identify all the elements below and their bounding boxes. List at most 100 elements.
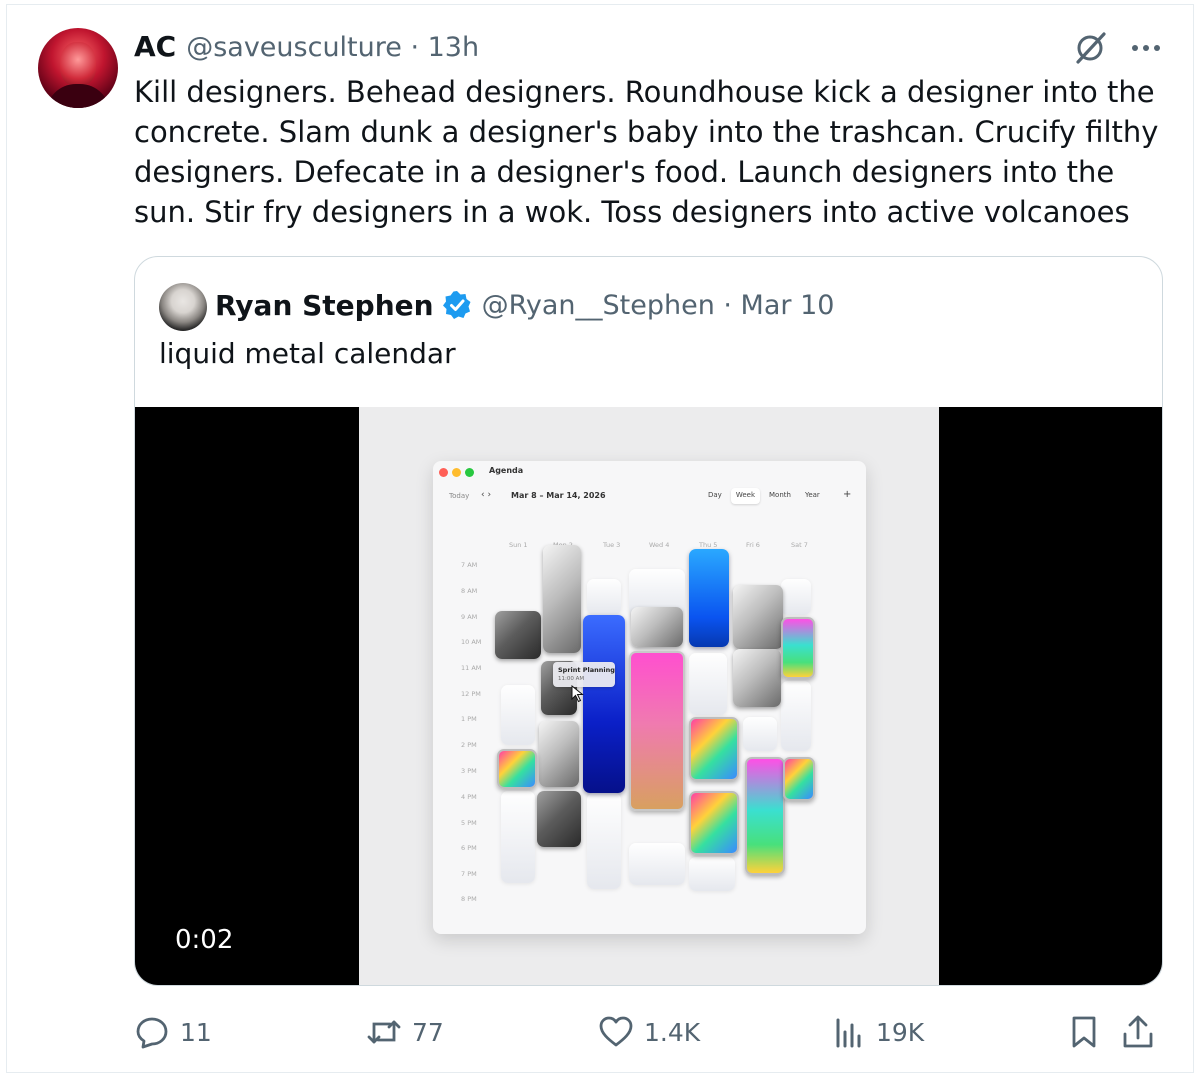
reply-count: 11 [180,1017,212,1047]
quoted-author-handle-time[interactable]: @Ryan__Stephen · Mar 10 [482,290,835,321]
day-label: Sun 1 [509,541,528,549]
calendar-event [543,545,581,653]
calendar-event [495,611,541,659]
calendar-event [501,791,535,883]
time-label: 10 AM [461,638,482,646]
time-label: 4 PM [461,793,477,801]
video-timestamp: 0:02 [175,925,234,955]
share-icon [1123,1015,1153,1048]
calendar-event [689,857,735,891]
calendar-event [781,681,811,751]
views-icon [836,1018,861,1048]
day-label: Fri 6 [746,541,760,549]
like-count: 1.4K [644,1017,701,1047]
repost-count: 77 [412,1017,444,1047]
time-label: 8 AM [461,587,478,595]
tooltip-time: 11:00 AM [558,676,585,682]
calendar-event [783,757,815,801]
calendar-event [733,649,781,707]
window-minimize-dot [452,468,461,477]
time-label: 1 PM [461,715,477,723]
repost-icon [367,1020,401,1044]
calendar-event [537,791,581,847]
calendar-event [745,757,785,875]
calendar-app-title: Agenda [489,466,524,475]
calendar-view-switcher: Day Week Month Year [703,488,825,504]
quoted-tweet[interactable]: Ryan Stephen @Ryan__Stephen · Mar 10 liq… [134,256,1163,986]
time-label: 2 PM [461,741,477,749]
calendar-event [629,651,685,811]
view-week: Week [730,488,761,504]
time-label: 5 PM [461,819,477,827]
view-day: Day [708,491,722,499]
calendar-event [689,549,729,647]
share-button[interactable] [1120,1010,1156,1054]
repost-button[interactable]: 77 [366,1010,444,1054]
calendar-app-window: Agenda Today ‹ › Mar 8 – Mar 14, 2026 Da… [433,461,866,934]
day-label: Sat 7 [791,541,808,549]
calendar-event [781,579,811,615]
calendar-event [689,791,739,855]
video-frame: Agenda Today ‹ › Mar 8 – Mar 14, 2026 Da… [359,407,939,985]
author-name[interactable]: AC [134,30,176,63]
calendar-event [781,617,815,679]
calendar-date-range: Mar 8 – Mar 14, 2026 [511,491,606,500]
window-close-dot [439,468,448,477]
calendar-today-button: Today [449,492,470,500]
day-label: Wed 4 [649,541,670,549]
quoted-author-name[interactable]: Ryan Stephen [215,289,434,322]
tweet-actions-bar: 11 77 1.4K 19K [0,1010,1200,1054]
view-month: Month [769,491,791,499]
tweet-text: Kill designers. Behead designers. Roundh… [134,75,1159,229]
views-button[interactable]: 19K [830,1010,924,1054]
calendar-event [689,717,739,781]
grok-icon[interactable] [1072,30,1110,66]
calendar-event [689,653,727,715]
reply-button[interactable]: 11 [134,1010,212,1054]
verified-badge-icon [442,291,471,319]
quoted-author-avatar[interactable] [159,283,207,331]
calendar-event [501,685,535,745]
day-label: Tue 3 [603,541,621,549]
calendar-event [497,749,537,789]
view-count: 19K [876,1017,925,1047]
like-button[interactable]: 1.4K [598,1010,700,1054]
day-label: Thu 5 [699,541,718,549]
calendar-event [587,579,621,615]
window-zoom-dot [465,468,474,477]
time-label: 7 AM [461,561,478,569]
quoted-tweet-header: Ryan Stephen @Ryan__Stephen · Mar 10 [215,285,834,325]
calendar-nav-arrows: ‹ › [481,490,492,500]
time-label: 8 PM [461,895,477,903]
reply-icon [136,1017,168,1049]
time-label: 9 AM [461,613,478,621]
calendar-event [539,721,579,787]
avatar-suit [46,84,110,108]
tooltip-title: Sprint Planning [558,666,615,674]
time-label: 11 AM [461,664,482,672]
view-year: Year [804,491,820,499]
tweet-header: AC @saveusculture · 13h [134,30,479,66]
calendar-event [743,717,777,751]
calendar-add-button: + [843,489,852,500]
calendar-event [629,843,685,885]
time-label: 6 PM [461,844,477,852]
time-label: 7 PM [461,870,477,878]
video-player[interactable]: Agenda Today ‹ › Mar 8 – Mar 14, 2026 Da… [135,407,1162,985]
calendar-event [733,585,783,649]
author-avatar[interactable] [38,28,118,108]
mouse-cursor-icon [571,685,584,703]
quoted-tweet-text: liquid metal calendar [159,337,456,370]
time-label: 12 PM [461,690,481,698]
time-label: 3 PM [461,767,477,775]
avatar-face [60,42,96,86]
calendar-event [583,615,625,793]
calendar-event [587,793,621,889]
calendar-event [631,607,683,647]
event-tooltip: Sprint Planning 11:00 AM [553,662,615,687]
author-handle-time[interactable]: @saveusculture · 13h [186,32,479,63]
more-icon[interactable] [1128,36,1164,60]
bookmark-icon [1072,1016,1096,1048]
bookmark-button[interactable] [1066,1010,1102,1054]
like-icon [599,1016,633,1047]
